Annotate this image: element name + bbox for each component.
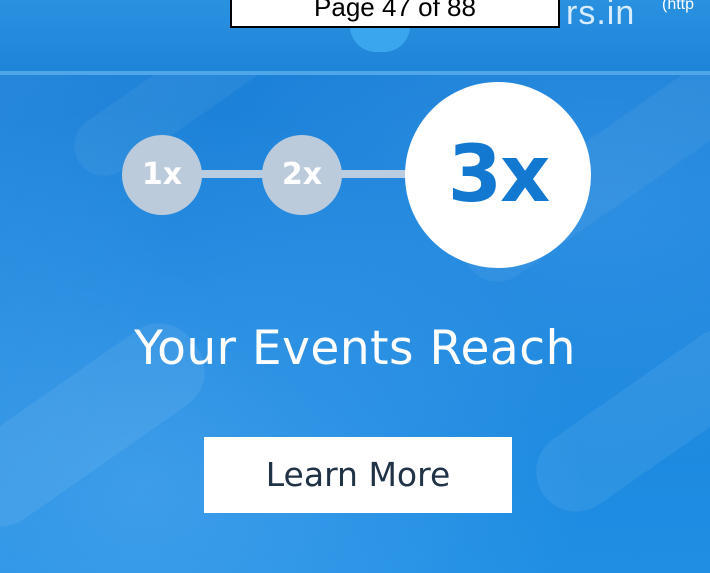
step-2x: 2x xyxy=(262,135,342,215)
ad-headline: Your Events Reach xyxy=(134,321,576,376)
step-1x: 1x xyxy=(122,135,202,215)
step-3x: 3x xyxy=(405,82,591,268)
step-connector xyxy=(196,170,266,178)
learn-more-button[interactable]: Learn More xyxy=(204,437,512,513)
ad-banner[interactable]: rs.in (http Page 47 of 88 1x 2x 3x Your … xyxy=(0,0,710,573)
reach-steps: 1x 2x 3x xyxy=(0,0,710,300)
step-connector xyxy=(336,170,412,178)
